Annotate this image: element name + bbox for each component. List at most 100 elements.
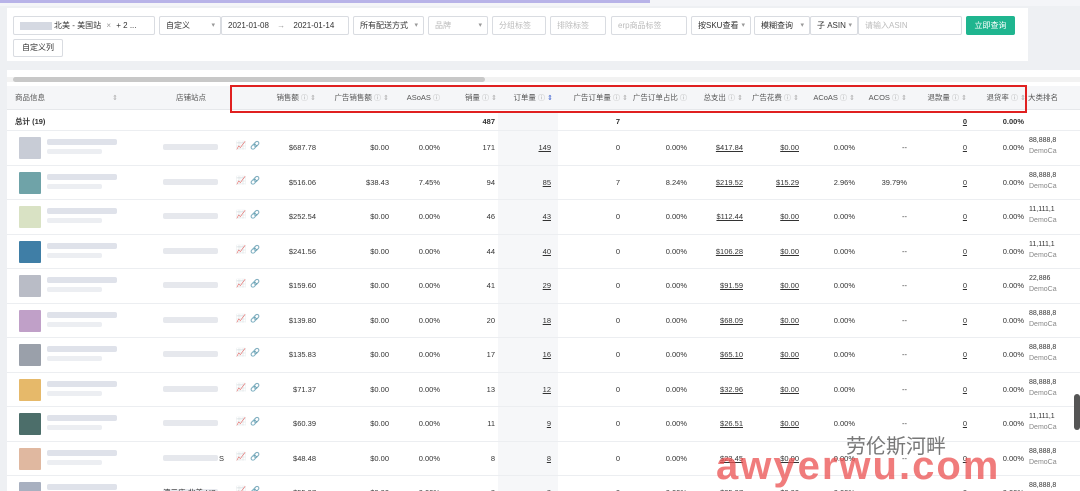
cell-spend[interactable]: $219.52: [692, 166, 743, 200]
cell-acos: --: [902, 143, 907, 153]
cell-refunds[interactable]: 0: [912, 338, 967, 372]
cell-spend[interactable]: $23.45: [692, 442, 743, 476]
total-refunds[interactable]: 0: [912, 113, 967, 130]
cell-refunds[interactable]: 0: [912, 131, 967, 165]
cell-ad-cost[interactable]: $0.00: [747, 407, 799, 441]
cell-spend[interactable]: $68.09: [692, 304, 743, 338]
trend-chart-icon[interactable]: 📈: [236, 141, 246, 150]
cell-ad-cost[interactable]: $0.00: [747, 269, 799, 303]
cell-refunds[interactable]: 0: [912, 269, 967, 303]
cell-ad-cost[interactable]: $0.00: [747, 442, 799, 476]
vertical-scrollbar[interactable]: [1074, 394, 1080, 430]
exclude-tag-select[interactable]: 排除标签: [550, 16, 606, 35]
erp-tag-select[interactable]: erp商品标签: [611, 16, 687, 35]
cell-spend[interactable]: $91.59: [692, 269, 743, 303]
cell-refunds[interactable]: 0: [912, 304, 967, 338]
asin-type-select[interactable]: 子 ASIN ▾: [810, 16, 858, 35]
product-thumbnail[interactable]: [19, 309, 41, 332]
cell-spend[interactable]: $65.10: [692, 338, 743, 372]
cell-refunds[interactable]: 0: [912, 373, 967, 407]
sort-icon[interactable]: ⇕: [112, 95, 118, 102]
query-button[interactable]: 立即查询: [966, 16, 1015, 35]
product-thumbnail[interactable]: [19, 344, 41, 366]
cell-orders[interactable]: 29: [501, 269, 551, 303]
category-rank-sub: DemoCa: [1029, 217, 1057, 224]
product-thumbnail[interactable]: [19, 378, 41, 401]
cell-spend[interactable]: $32.96: [692, 373, 743, 407]
cell-orders[interactable]: 149: [501, 131, 551, 165]
trend-chart-icon[interactable]: 📈: [236, 348, 246, 357]
cell-refunds[interactable]: 0: [912, 235, 967, 269]
store-select[interactable]: 北美 - 美国站 × + 2 ...: [13, 16, 155, 35]
shipping-select[interactable]: 所有配送方式 ▾: [353, 16, 424, 35]
cell-spend[interactable]: $417.84: [692, 131, 743, 165]
product-thumbnail[interactable]: [19, 137, 41, 159]
product-thumbnail[interactable]: [19, 206, 41, 228]
date-range-picker[interactable]: 2021-01-08 → 2021-01-14: [221, 16, 349, 35]
product-thumbnail[interactable]: [19, 240, 41, 263]
cell-orders[interactable]: 16: [501, 338, 551, 372]
view-by-select[interactable]: 按SKU查看 ▾: [691, 16, 751, 35]
cell-refund-rate: 0.00%: [1002, 350, 1024, 360]
match-mode-select[interactable]: 模糊查询 ▾: [754, 16, 810, 35]
trend-chart-icon[interactable]: 📈: [236, 314, 246, 323]
trend-chart-icon[interactable]: 📈: [236, 279, 246, 288]
cell-ad-cost[interactable]: $0.00: [747, 304, 799, 338]
cell-ad-cost[interactable]: $0.00: [747, 131, 799, 165]
cell-ad-orders: 7: [615, 177, 620, 187]
product-thumbnail[interactable]: [19, 275, 41, 297]
category-rank-sub: DemoCa: [1029, 389, 1057, 397]
close-icon[interactable]: ×: [106, 21, 111, 30]
cell-orders[interactable]: 40: [501, 235, 551, 269]
cell-orders[interactable]: 18: [501, 304, 551, 338]
cell-ad-cost[interactable]: $0.00: [747, 200, 799, 234]
product-thumbnail[interactable]: [19, 171, 41, 194]
cell-ad-cost[interactable]: $0.00: [747, 373, 799, 407]
category-rank-value: 88,888,8: [1029, 171, 1057, 179]
asin-input[interactable]: 请输入ASIN: [858, 16, 962, 35]
cell-acoas: 2.96%: [833, 177, 855, 187]
cell-refunds[interactable]: 0: [912, 476, 967, 491]
trend-chart-icon[interactable]: 📈: [236, 176, 246, 185]
arrow-right-icon: →: [277, 21, 286, 30]
brand-select[interactable]: 品牌 ▾: [428, 16, 488, 35]
cell-ad-cost[interactable]: $0.00: [747, 476, 799, 491]
cell-spend[interactable]: $106.28: [692, 235, 743, 269]
cell-ad-cost[interactable]: $0.00: [747, 235, 799, 269]
trend-chart-icon[interactable]: 📈: [236, 417, 246, 426]
cell-spend[interactable]: $26.51: [692, 407, 743, 441]
product-title-blurred: [47, 208, 117, 214]
trend-chart-icon[interactable]: 📈: [236, 210, 246, 219]
product-thumbnail[interactable]: [19, 413, 41, 435]
cell-asoas: 0.00%: [418, 419, 440, 429]
asin-type-value: 子 ASIN: [817, 21, 846, 30]
cell-refunds[interactable]: 0: [912, 200, 967, 234]
custom-columns-button[interactable]: 自定义列: [13, 39, 63, 57]
cell-orders[interactable]: 85: [501, 166, 551, 200]
col-category-rank[interactable]: 大类排名: [1028, 86, 1058, 110]
trend-chart-icon[interactable]: 📈: [236, 452, 246, 461]
trend-chart-icon[interactable]: 📈: [236, 383, 246, 392]
cell-spend[interactable]: $112.44: [692, 200, 743, 234]
cell-orders[interactable]: 8: [501, 442, 551, 476]
cell-refunds[interactable]: 0: [912, 442, 967, 476]
product-thumbnail[interactable]: [19, 447, 41, 470]
cell-refunds[interactable]: 0: [912, 407, 967, 441]
product-title-blurred: [47, 356, 102, 361]
cell-ad-cost[interactable]: $15.29: [747, 166, 799, 200]
trend-chart-icon[interactable]: 📈: [236, 486, 246, 491]
date-mode-select[interactable]: 自定义 ▾: [159, 16, 221, 35]
cell-ad-cost[interactable]: $0.00: [747, 338, 799, 372]
group-tag-select[interactable]: 分组标签: [492, 16, 546, 35]
cell-spend[interactable]: $25.97: [692, 476, 743, 491]
cell-orders[interactable]: 43: [501, 200, 551, 234]
data-table: 商品信息 ⇕ 店铺站点 销售额 ⓘ ⇕ 广告销售额 ⓘ ⇕ ASoAS ⓘ 销量…: [7, 70, 1080, 491]
cell-ad-orders: 0: [615, 419, 620, 429]
horizontal-scrollbar[interactable]: [13, 77, 485, 82]
product-thumbnail[interactable]: [19, 482, 41, 491]
trend-chart-icon[interactable]: 📈: [236, 245, 246, 254]
cell-refunds[interactable]: 0: [912, 166, 967, 200]
cell-orders[interactable]: 9: [501, 407, 551, 441]
cell-orders[interactable]: 8: [501, 476, 551, 491]
cell-orders[interactable]: 12: [501, 373, 551, 407]
